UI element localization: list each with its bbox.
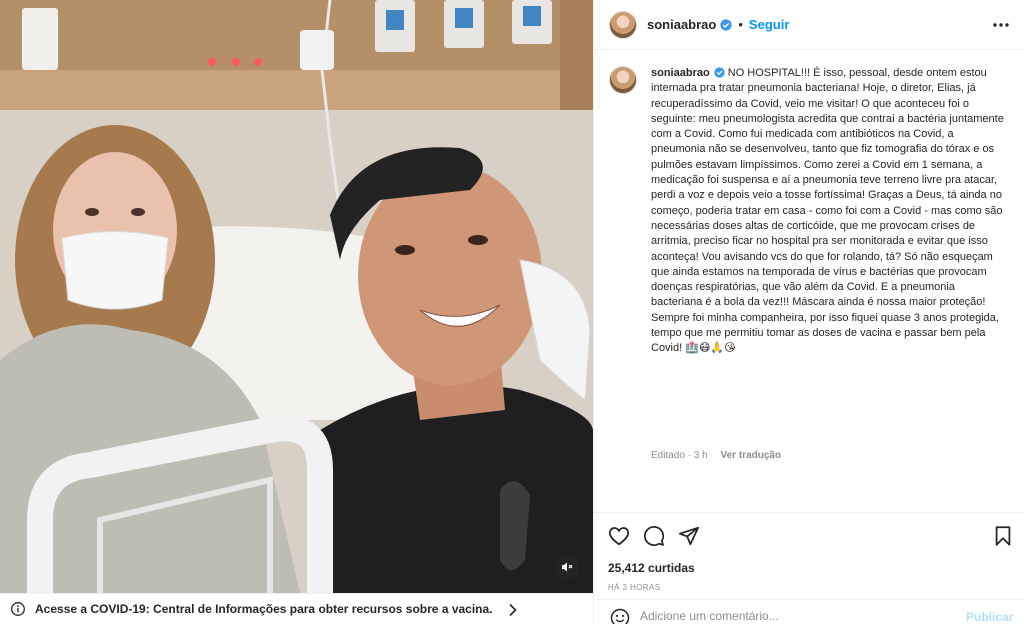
verified-badge-icon [720,18,732,31]
post-timestamp: HÁ 3 HORAS [608,583,661,592]
mute-icon [562,562,573,572]
caption-text: NO HOSPITAL!!! É isso, pessoal, desde on… [651,67,1004,355]
post-details-panel: soniaabrao • Seguir soniaabrao NO HOSPIT… [593,0,1024,624]
chevron-right-icon[interactable] [508,603,518,617]
comment-icon[interactable] [643,525,665,547]
heart-icon[interactable] [608,525,630,547]
follow-button[interactable]: Seguir [749,17,789,32]
caption-username[interactable]: soniaabrao [651,67,710,79]
separator-dot: • [738,17,743,32]
caption-avatar[interactable] [609,66,637,94]
avatar[interactable] [609,10,637,39]
share-icon[interactable] [678,525,700,547]
see-translation-button[interactable]: Ver tradução [721,450,782,461]
hospital-photo-illustration [0,0,593,593]
mute-button[interactable] [555,555,579,579]
caption-section: soniaabrao NO HOSPITAL!!! É isso, pessoa… [594,50,1024,513]
post-photo[interactable] [0,0,593,593]
verified-badge-icon [714,67,725,78]
publish-button[interactable]: Publicar [966,610,1013,624]
more-options-icon[interactable] [992,16,1010,34]
emoji-icon[interactable] [610,608,630,624]
covid-banner-text: Acesse a COVID-19: Central de Informaçõe… [35,602,493,616]
post-actions [594,513,1024,558]
post-header: soniaabrao • Seguir [594,0,1024,50]
post-caption: soniaabrao NO HOSPITAL!!! É isso, pessoa… [651,66,1007,357]
bookmark-icon[interactable] [993,525,1013,547]
comment-input[interactable] [640,608,940,624]
covid-info-banner[interactable]: Acesse a COVID-19: Central de Informaçõe… [0,593,593,624]
info-icon [11,602,25,616]
username-link[interactable]: soniaabrao [647,17,716,32]
comment-bar: Publicar [594,599,1024,624]
caption-meta: Editado · 3 h Ver tradução [651,450,781,461]
edited-label: Editado · 3 h [651,450,708,461]
likes-count[interactable]: 25,412 curtidas [608,561,695,575]
